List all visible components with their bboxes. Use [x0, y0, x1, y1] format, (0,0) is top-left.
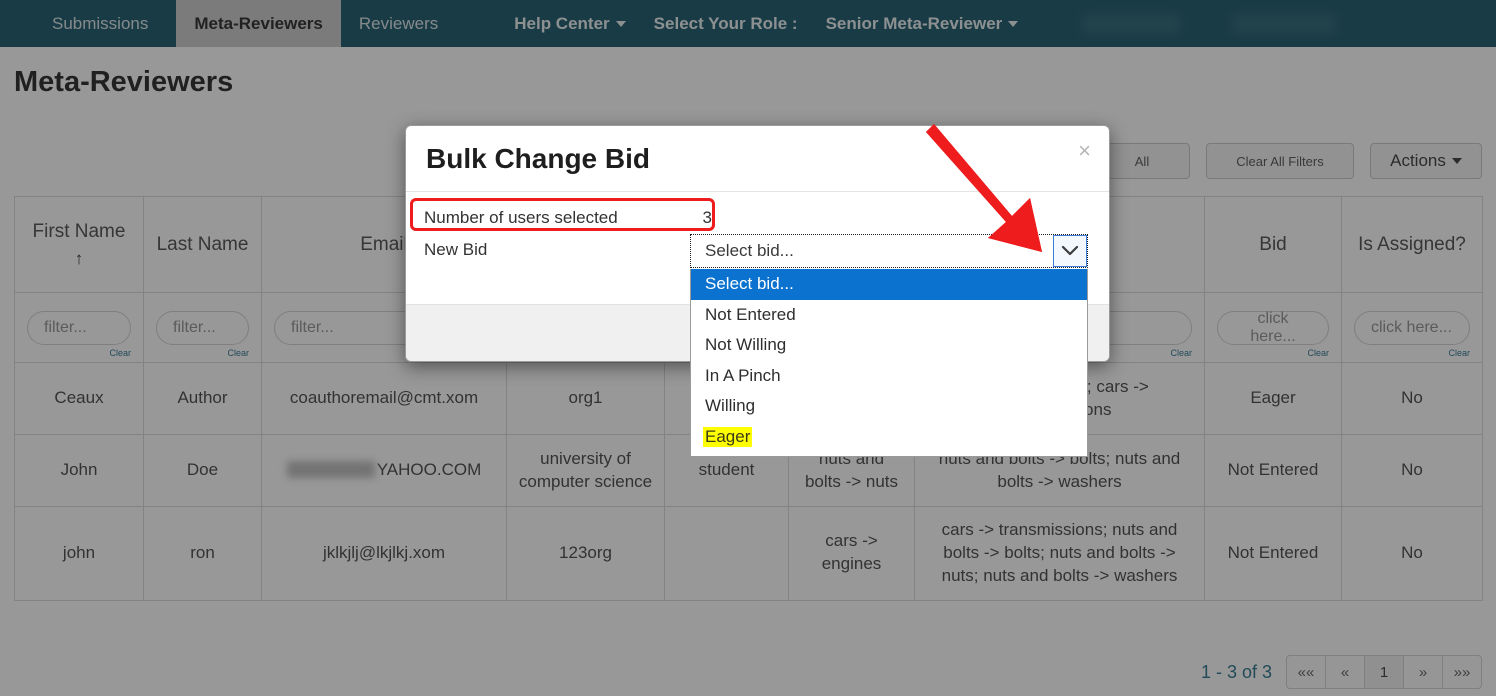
- option-not-entered-label: Not Entered: [705, 304, 796, 324]
- option-select-bid[interactable]: Select bid...: [691, 269, 1087, 300]
- option-not-willing[interactable]: Not Willing: [691, 330, 1087, 361]
- users-selected-label: Number of users selected: [424, 208, 618, 227]
- option-not-entered[interactable]: Not Entered: [691, 300, 1087, 331]
- option-eager[interactable]: Eager: [691, 422, 1087, 453]
- new-bid-option-list: Select bid... Not Entered Not Willing In…: [690, 269, 1088, 457]
- new-bid-select-value: Select bid...: [705, 241, 794, 260]
- option-willing-label: Willing: [705, 396, 756, 416]
- new-bid-select[interactable]: Select bid...: [690, 234, 1088, 268]
- users-selected-group: Number of users selected 3: [424, 208, 712, 228]
- option-willing[interactable]: Willing: [691, 391, 1087, 422]
- dialog-header: Bulk Change Bid ×: [406, 126, 1109, 192]
- option-select-bid-label: Select bid...: [705, 274, 794, 294]
- chevron-down-icon[interactable]: [1053, 235, 1087, 267]
- new-bid-label: New Bid: [424, 240, 488, 259]
- option-not-willing-label: Not Willing: [705, 335, 787, 355]
- option-in-a-pinch[interactable]: In A Pinch: [691, 361, 1087, 392]
- users-selected-count: 3: [702, 208, 712, 227]
- option-in-a-pinch-label: In A Pinch: [705, 365, 781, 385]
- dialog-title: Bulk Change Bid: [426, 142, 651, 174]
- option-eager-label: Eager: [703, 426, 753, 447]
- screen: Submissions Meta-Reviewers Reviewers Hel…: [0, 0, 1496, 696]
- close-icon[interactable]: ×: [1078, 140, 1091, 162]
- users-selected-row: Number of users selected 3: [424, 202, 1091, 234]
